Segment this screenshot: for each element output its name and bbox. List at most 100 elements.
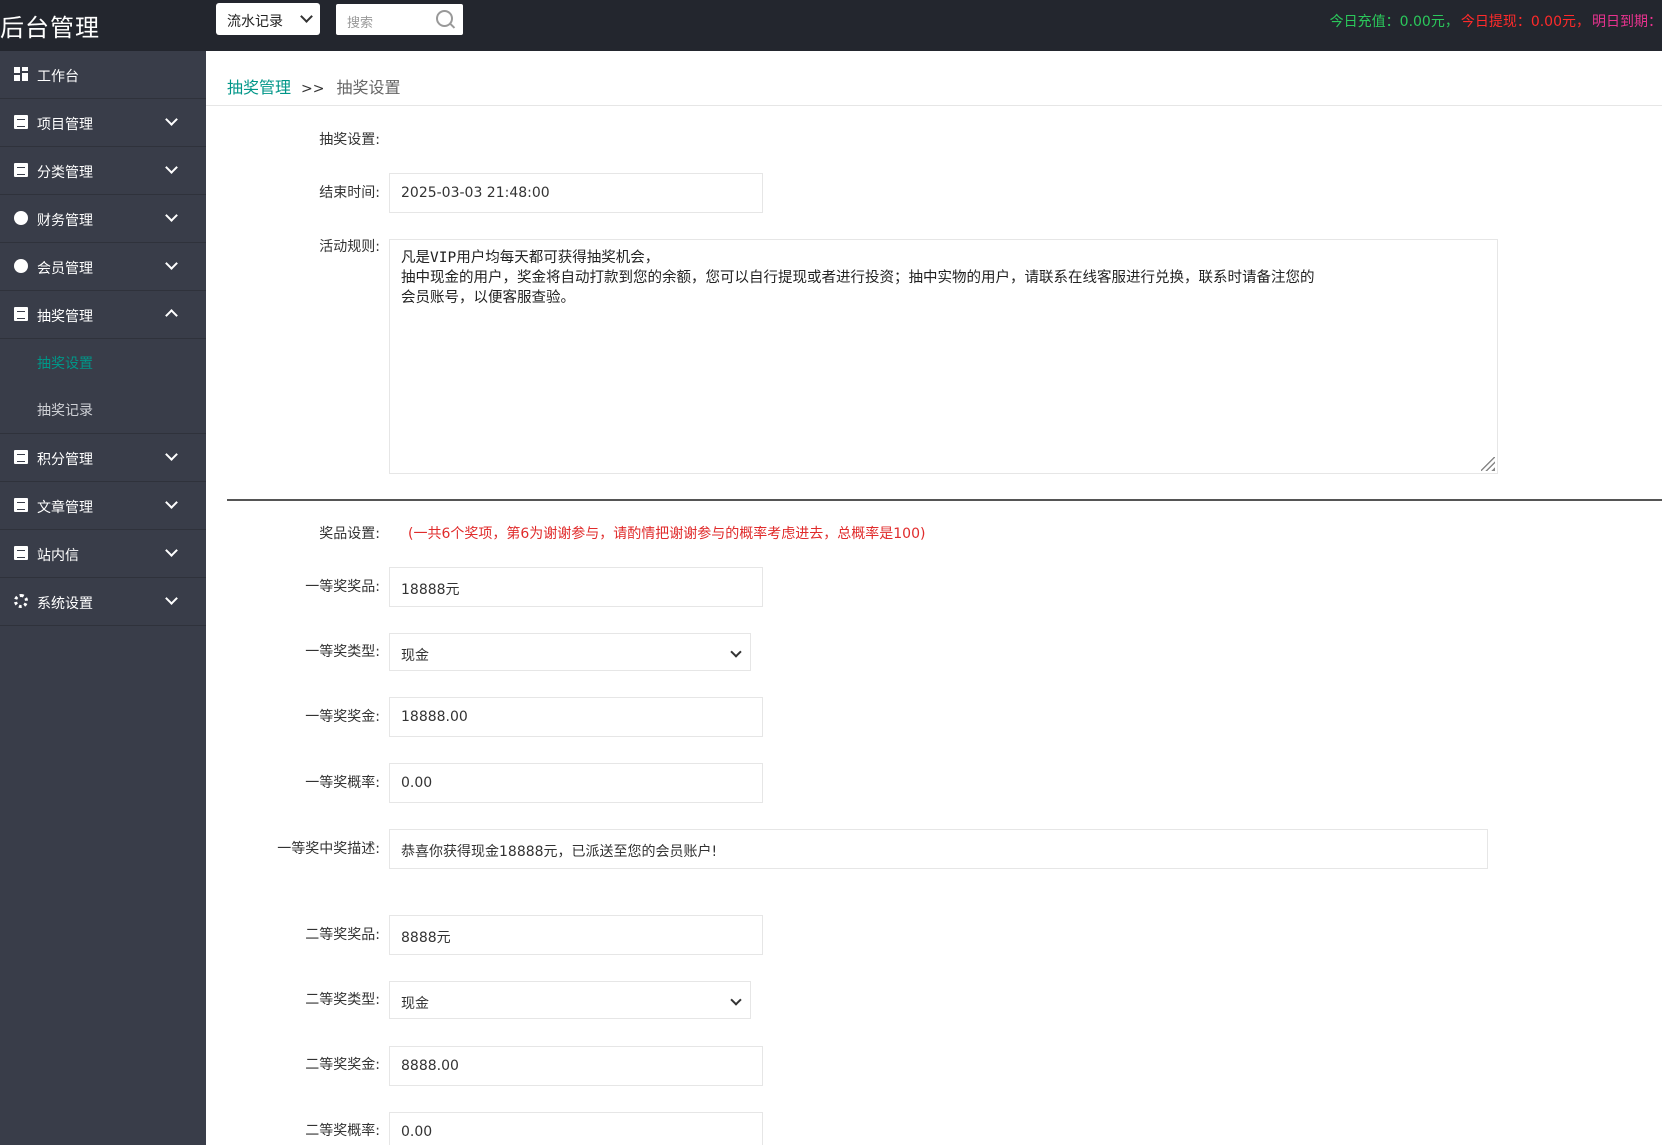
first-desc-value: 恭喜你获得现金18888元，已派送至您的会员账户! — [401, 844, 718, 860]
second-prize-value: 8888元 — [401, 930, 451, 946]
second-rate-value: 0.00 — [401, 1124, 433, 1140]
sidebar-item-label: 积分管理 — [37, 452, 93, 468]
sidebar-item-label: 抽奖管理 — [37, 309, 93, 325]
sidebar-item-finance[interactable]: 财务管理 — [0, 195, 206, 243]
document-icon — [14, 546, 28, 560]
chevron-up-icon — [165, 309, 178, 322]
yen-icon — [14, 211, 28, 225]
first-type-value: 现金 — [401, 648, 429, 664]
sidebar: 工作台 项目管理 分类管理 财务管理 会员管理 抽奖管理 抽奖设置 抽奖记录 积… — [0, 51, 206, 1145]
first-desc-label: 一等奖中奖描述: — [277, 841, 380, 857]
resize-handle-icon[interactable] — [1481, 457, 1495, 471]
chevron-down-icon — [730, 646, 742, 658]
chevron-down-icon — [165, 496, 178, 509]
second-type-value: 现金 — [401, 996, 429, 1012]
sidebar-item-system-settings[interactable]: 系统设置 — [0, 578, 206, 626]
first-desc-field[interactable]: 恭喜你获得现金18888元，已派送至您的会员账户! — [389, 829, 1488, 869]
daily-stats: 今日充值：0.00元， 今日提现：0.00元， 明日到期： — [1328, 11, 1662, 31]
rules-line: 会员账号，以便客服查验。 — [401, 290, 575, 306]
first-amount-value: 18888.00 — [401, 709, 468, 725]
search-placeholder: 搜索 — [347, 16, 374, 31]
sidebar-item-messages[interactable]: 站内信 — [0, 530, 206, 578]
chevron-down-icon — [165, 448, 178, 461]
sidebar-item-members[interactable]: 会员管理 — [0, 243, 206, 291]
sidebar-item-label: 项目管理 — [37, 117, 93, 133]
sidebar-item-articles[interactable]: 文章管理 — [0, 482, 206, 530]
chevron-down-icon — [165, 257, 178, 270]
document-icon — [14, 115, 28, 129]
end-time-value: 2025-03-03 21:48:00 — [401, 185, 550, 201]
search-input[interactable]: 搜索 — [336, 4, 463, 35]
rules-label: 活动规则: — [319, 239, 380, 255]
chevron-down-icon — [165, 113, 178, 126]
breadcrumb-current: 抽奖设置 — [336, 78, 401, 97]
second-amount-label: 二等奖奖金: — [305, 1057, 380, 1073]
rules-line: 抽中现金的用户，奖金将自动打款到您的余额，您可以自行提现或者进行投资；抽中实物的… — [401, 270, 1315, 286]
end-time-field[interactable]: 2025-03-03 21:48:00 — [389, 173, 763, 213]
end-time-label: 结束时间: — [319, 185, 380, 201]
vip-icon — [14, 259, 28, 273]
first-type-label: 一等奖类型: — [305, 644, 380, 660]
sidebar-item-label: 工作台 — [37, 69, 79, 85]
top-bar: 后台管理 流水记录 搜索 今日充值：0.00元， 今日提现：0.00元， 明日到期： — [0, 0, 1662, 51]
sidebar-item-label: 财务管理 — [37, 213, 93, 229]
lottery-settings-label: 抽奖设置: — [319, 132, 380, 148]
first-rate-label: 一等奖概率: — [305, 775, 380, 791]
app-title: 后台管理 — [0, 14, 100, 42]
chevron-down-icon — [165, 592, 178, 605]
first-prize-value: 18888元 — [401, 582, 460, 598]
sidebar-item-label: 分类管理 — [37, 165, 93, 181]
sidebar-item-label: 文章管理 — [37, 500, 93, 516]
document-icon — [14, 307, 28, 321]
second-prize-field[interactable]: 8888元 — [389, 915, 763, 955]
document-icon — [14, 498, 28, 512]
divider — [206, 105, 1662, 106]
first-prize-label: 一等奖奖品: — [305, 579, 380, 595]
sidebar-item-points[interactable]: 积分管理 — [0, 434, 206, 482]
prize-settings-label: 奖品设置: — [319, 526, 380, 542]
sidebar-item-label: 会员管理 — [37, 261, 93, 277]
first-prize-field[interactable]: 18888元 — [389, 567, 763, 607]
section-divider — [227, 499, 1662, 501]
sidebar-item-projects[interactable]: 项目管理 — [0, 99, 206, 147]
rules-line: 凡是VIP用户均每天都可获得抽奖机会， — [401, 250, 660, 266]
sidebar-subitem-lottery-settings[interactable]: 抽奖设置 — [0, 339, 206, 386]
second-rate-label: 二等奖概率: — [305, 1123, 380, 1139]
stat-recharge: 今日充值：0.00元， — [1329, 14, 1459, 30]
sidebar-item-label: 站内信 — [37, 548, 79, 564]
stat-expiring[interactable]: 明日到期： — [1592, 14, 1662, 30]
chevron-down-icon — [165, 161, 178, 174]
sidebar-item-categories[interactable]: 分类管理 — [0, 147, 206, 195]
sidebar-item-dashboard[interactable]: 工作台 — [0, 51, 206, 99]
second-amount-value: 8888.00 — [401, 1058, 459, 1074]
second-prize-label: 二等奖奖品: — [305, 927, 380, 943]
document-icon — [14, 450, 28, 464]
gear-icon — [14, 594, 28, 608]
sidebar-item-lottery[interactable]: 抽奖管理 — [0, 291, 206, 339]
breadcrumb-parent-link[interactable]: 抽奖管理 — [227, 78, 291, 97]
record-type-select[interactable]: 流水记录 — [216, 3, 320, 35]
first-amount-field[interactable]: 18888.00 — [389, 697, 763, 737]
sidebar-subitem-lottery-records[interactable]: 抽奖记录 — [0, 386, 206, 434]
chevron-down-icon — [300, 10, 313, 23]
main-content: 抽奖管理 >> 抽奖设置 抽奖设置: 结束时间: 2025-03-03 21:48:… — [206, 51, 1662, 1145]
second-type-select[interactable]: 现金 — [389, 981, 751, 1019]
record-type-select-value: 流水记录 — [227, 14, 283, 30]
breadcrumb-separator: >> — [301, 81, 325, 97]
first-type-select[interactable]: 现金 — [389, 633, 751, 671]
search-icon[interactable] — [436, 10, 453, 27]
breadcrumb: 抽奖管理 >> 抽奖设置 — [227, 74, 401, 98]
chevron-down-icon — [165, 544, 178, 557]
sidebar-item-label: 系统设置 — [37, 596, 93, 612]
sidebar-subitem-label: 抽奖记录 — [37, 403, 93, 419]
rules-textarea[interactable]: 凡是VIP用户均每天都可获得抽奖机会， 抽中现金的用户，奖金将自动打款到您的余额… — [389, 239, 1498, 474]
second-type-label: 二等奖类型: — [305, 992, 380, 1008]
stat-withdraw: 今日提现：0.00元， — [1460, 14, 1590, 30]
chevron-down-icon — [730, 994, 742, 1006]
first-rate-field[interactable]: 0.00 — [389, 763, 763, 803]
second-rate-field[interactable]: 0.00 — [389, 1112, 763, 1145]
chevron-down-icon — [165, 209, 178, 222]
first-amount-label: 一等奖奖金: — [305, 709, 380, 725]
dashboard-icon — [14, 67, 28, 81]
second-amount-field[interactable]: 8888.00 — [389, 1046, 763, 1086]
